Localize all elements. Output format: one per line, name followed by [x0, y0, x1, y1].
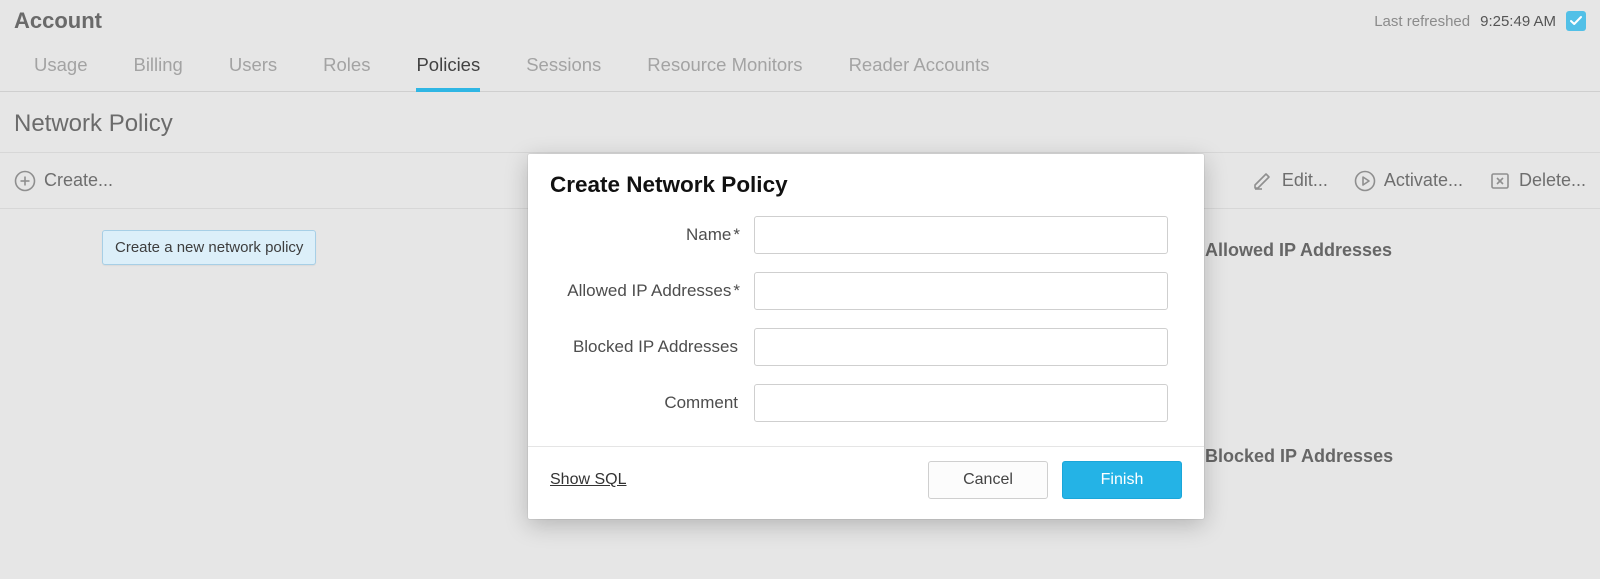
header-bar: Account Last refreshed 9:25:49 AM	[0, 0, 1600, 36]
comment-field-label: Comment	[664, 393, 738, 412]
create-button[interactable]: Create...	[14, 170, 113, 192]
blocked-ip-panel-title: Blocked IP Addresses	[1205, 446, 1393, 467]
page-title: Account	[14, 8, 102, 34]
tab-users[interactable]: Users	[229, 54, 277, 88]
name-field[interactable]	[754, 216, 1168, 254]
finish-button[interactable]: Finish	[1062, 461, 1182, 499]
tabs-bar: Usage Billing Users Roles Policies Sessi…	[0, 36, 1600, 92]
edit-button-label: Edit...	[1282, 170, 1328, 191]
tab-policies[interactable]: Policies	[416, 54, 480, 92]
allowed-field-label: Allowed IP Addresses	[567, 281, 731, 300]
blocked-field-label: Blocked IP Addresses	[573, 337, 738, 356]
tab-resource-monitors[interactable]: Resource Monitors	[647, 54, 802, 88]
plus-circle-icon	[14, 170, 36, 192]
dialog-title: Create Network Policy	[528, 154, 1204, 206]
last-refreshed-label: Last refreshed	[1374, 13, 1470, 30]
activate-button[interactable]: Activate...	[1354, 170, 1463, 192]
create-button-label: Create...	[44, 170, 113, 191]
cancel-button[interactable]: Cancel	[928, 461, 1048, 499]
allowed-ip-field[interactable]	[754, 272, 1168, 310]
tab-sessions[interactable]: Sessions	[526, 54, 601, 88]
delete-button-label: Delete...	[1519, 170, 1586, 191]
pencil-icon	[1252, 170, 1274, 192]
create-network-policy-dialog: Create Network Policy Name* Allowed IP A…	[528, 154, 1204, 519]
create-tooltip: Create a new network policy	[102, 230, 316, 265]
allowed-required-mark: *	[733, 281, 740, 300]
blocked-ip-field[interactable]	[754, 328, 1168, 366]
delete-x-icon	[1489, 170, 1511, 192]
activate-button-label: Activate...	[1384, 170, 1463, 191]
play-circle-icon	[1354, 170, 1376, 192]
refresh-check-icon[interactable]	[1566, 11, 1586, 31]
name-required-mark: *	[733, 225, 740, 244]
tab-roles[interactable]: Roles	[323, 54, 370, 88]
allowed-ip-panel-title: Allowed IP Addresses	[1205, 240, 1392, 261]
comment-field[interactable]	[754, 384, 1168, 422]
edit-button[interactable]: Edit...	[1252, 170, 1328, 192]
delete-button[interactable]: Delete...	[1489, 170, 1586, 192]
tab-usage[interactable]: Usage	[34, 54, 87, 88]
tab-billing[interactable]: Billing	[133, 54, 182, 88]
show-sql-link[interactable]: Show SQL	[550, 471, 626, 489]
create-tooltip-text: Create a new network policy	[115, 239, 303, 256]
sub-title: Network Policy	[14, 110, 1586, 138]
tab-reader-accounts[interactable]: Reader Accounts	[849, 54, 990, 88]
name-field-label: Name	[686, 225, 731, 244]
subheader: Network Policy	[0, 92, 1600, 153]
last-refreshed-time: 9:25:49 AM	[1480, 13, 1556, 30]
